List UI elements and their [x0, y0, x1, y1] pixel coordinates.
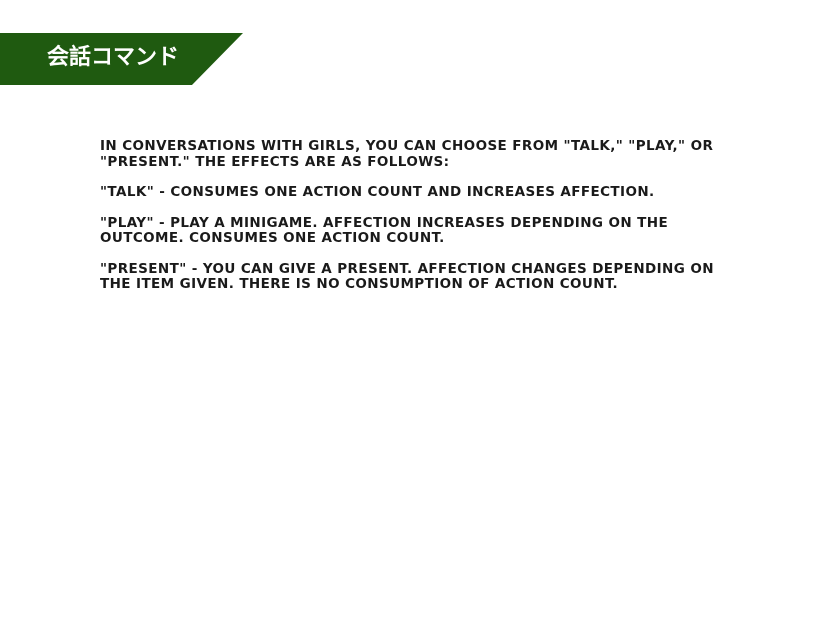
- present-description: "Present" - You can give a present. Affe…: [100, 260, 714, 292]
- intro-paragraph: In conversations with girls, you can cho…: [100, 138, 714, 170]
- page-title: 会話コマンド: [47, 45, 180, 70]
- play-description: "Play" - Play a minigame. Affection incr…: [100, 214, 669, 246]
- help-content: In conversations with girls, you can cho…: [100, 138, 740, 308]
- talk-description: "Talk" - Consumes one action count and i…: [100, 184, 655, 200]
